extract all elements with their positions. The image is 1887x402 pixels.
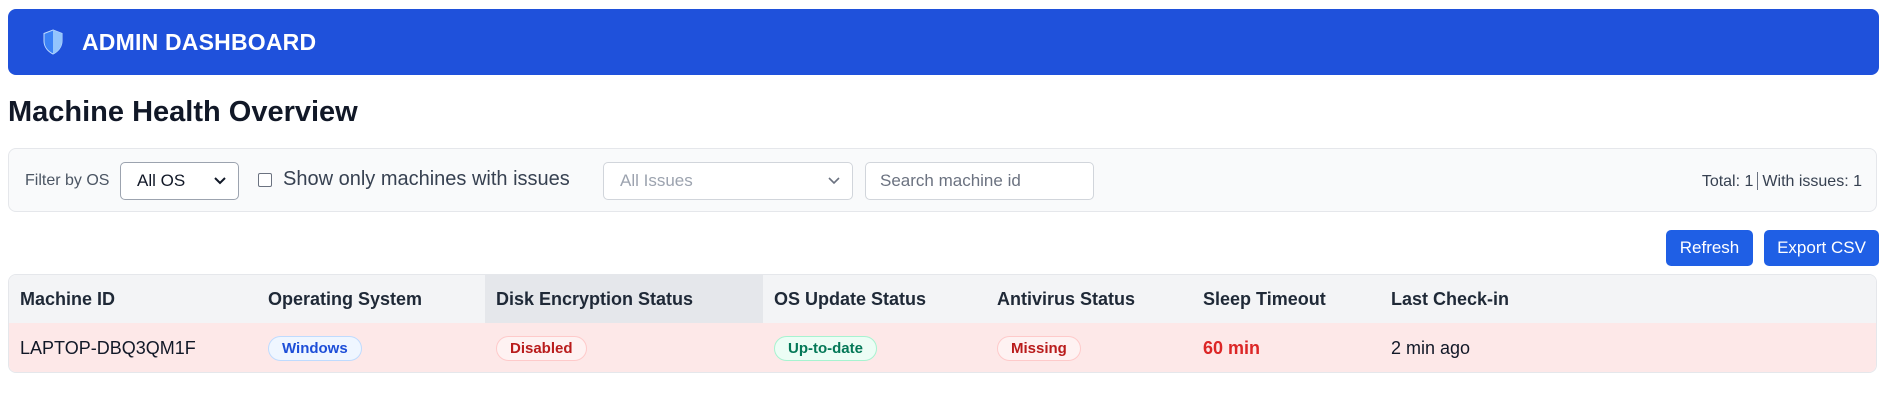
cell-disk-encryption: Disabled — [496, 323, 587, 372]
os-filter-value: All OS — [137, 171, 186, 190]
cell-last-checkin: 2 min ago — [1391, 338, 1471, 358]
os-filter-select[interactable]: All OS — [120, 162, 239, 200]
page-title: Machine Health Overview — [8, 96, 358, 128]
status-badge: Disabled — [496, 336, 587, 361]
cell-sleep-timeout: 60 min — [1203, 338, 1261, 358]
machines-table: Machine ID Operating System Disk Encrypt… — [8, 274, 1877, 373]
os-filter-label: Filter by OS — [25, 172, 110, 189]
column-header-sleep-timeout[interactable]: Sleep Timeout — [1192, 275, 1380, 323]
cell-antivirus: Missing — [997, 323, 1081, 372]
app-header: ADMIN DASHBOARD — [8, 9, 1879, 75]
column-header-os-update[interactable]: OS Update Status — [763, 275, 986, 323]
filter-bar: Filter by OS All OS Show only machines w… — [8, 148, 1877, 212]
search-input[interactable] — [865, 162, 1094, 200]
issues-only-checkbox[interactable] — [258, 173, 272, 187]
issues-only-label[interactable]: Show only machines with issues — [283, 168, 570, 191]
total-count: Total: 1 — [1701, 173, 1754, 190]
status-badge: Missing — [997, 336, 1081, 361]
issue-type-value: All Issues — [620, 171, 693, 190]
table-header: Machine ID Operating System Disk Encrypt… — [9, 275, 1876, 324]
column-header-antivirus[interactable]: Antivirus Status — [986, 275, 1192, 323]
column-header-os[interactable]: Operating System — [257, 275, 485, 323]
machine-counts: Total: 1 With issues: 1 — [1702, 172, 1862, 191]
cell-os-update: Up-to-date — [774, 323, 877, 372]
column-header-machine-id[interactable]: Machine ID — [9, 275, 257, 323]
chevron-down-icon — [828, 177, 840, 185]
shield-icon — [32, 21, 74, 63]
app-title: ADMIN DASHBOARD — [82, 28, 317, 55]
export-csv-button[interactable]: Export CSV — [1764, 230, 1879, 266]
table-row[interactable]: LAPTOP-DBQ3QM1F Windows Disabled Up-to-d… — [9, 323, 1876, 372]
column-header-disk-encryption[interactable]: Disk Encryption Status — [485, 275, 763, 323]
status-badge: Up-to-date — [774, 336, 877, 361]
chevron-down-icon — [214, 177, 226, 185]
refresh-button[interactable]: Refresh — [1666, 230, 1753, 266]
divider — [1757, 172, 1759, 190]
cell-machine-id: LAPTOP-DBQ3QM1F — [20, 338, 196, 358]
issue-type-select[interactable]: All Issues — [603, 162, 853, 200]
column-header-last-checkin[interactable]: Last Check-in — [1380, 275, 1876, 323]
cell-os: Windows — [268, 323, 362, 372]
issues-count: With issues: 1 — [1762, 173, 1862, 190]
os-badge: Windows — [268, 336, 362, 361]
